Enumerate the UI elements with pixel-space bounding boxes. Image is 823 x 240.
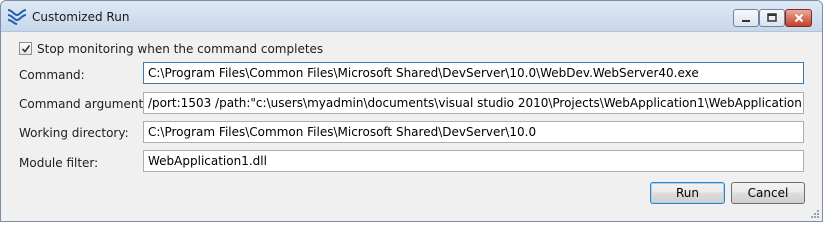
stop-monitoring-label[interactable]: Stop monitoring when the command complet… (37, 42, 323, 56)
close-button[interactable] (785, 9, 812, 27)
checkmark-icon (21, 45, 31, 53)
minimize-icon (742, 20, 750, 22)
module-filter-field[interactable]: WebApplication1.dll (143, 150, 804, 172)
resize-grip-icon[interactable] (810, 209, 820, 219)
stop-monitoring-checkbox[interactable] (19, 42, 32, 55)
run-button[interactable]: Run (650, 182, 725, 204)
customized-run-dialog: Customized Run Stop monitoring when the … (0, 0, 823, 222)
window-title: Customized Run (32, 10, 130, 24)
command-arguments-field[interactable]: /port:1503 /path:"c:\users\myadmin\docum… (143, 92, 804, 114)
command-arguments-label: Command arguments: (19, 97, 154, 111)
title-bar[interactable]: Customized Run (1, 1, 822, 32)
command-field[interactable]: C:\Program Files\Common Files\Microsoft … (143, 62, 804, 84)
maximize-icon (767, 13, 777, 22)
working-directory-label: Working directory: (19, 126, 129, 140)
maximize-button[interactable] (759, 9, 785, 27)
app-logo-icon (7, 7, 27, 25)
command-label: Command: (19, 68, 85, 82)
cancel-button[interactable]: Cancel (731, 182, 805, 204)
module-filter-label: Module filter: (19, 156, 99, 170)
working-directory-field[interactable]: C:\Program Files\Common Files\Microsoft … (143, 121, 804, 143)
close-icon (794, 13, 803, 23)
minimize-button[interactable] (733, 9, 759, 27)
